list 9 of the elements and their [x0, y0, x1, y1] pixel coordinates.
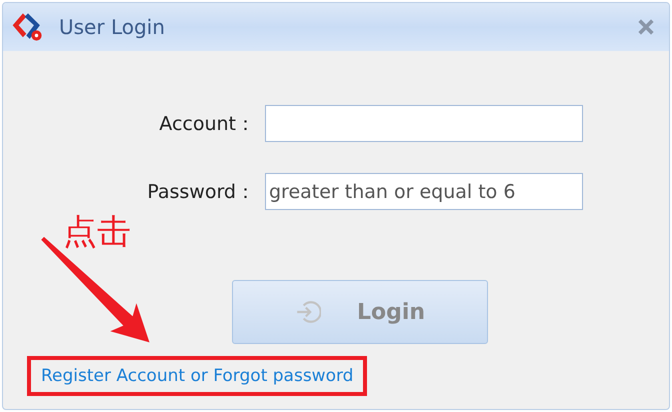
register-link[interactable]: Register Account or Forgot password: [27, 356, 368, 396]
field-label: Account：: [158, 112, 255, 136]
annotation-text: 点击: [63, 211, 131, 254]
login-icon: [294, 299, 321, 325]
close-icon[interactable]: [637, 18, 655, 36]
window-title: User Login: [59, 15, 165, 39]
field-label: Password：: [146, 180, 255, 204]
input-field[interactable]: greater than or equal to 6: [265, 173, 583, 210]
input-field[interactable]: [265, 105, 583, 142]
